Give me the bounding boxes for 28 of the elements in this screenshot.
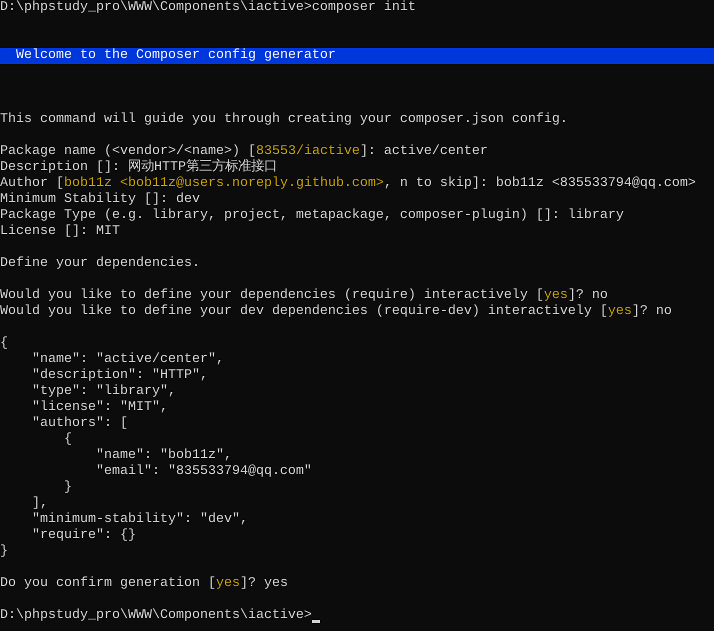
- terminal-line: "license": "MIT",: [30, 400, 168, 416]
- terminal-line: Description []: 网动HTTP第三方标准接口: [0, 160, 277, 176]
- terminal-line: "email": "835533794@qq.com": [94, 464, 312, 480]
- terminal-line: Package Type (e.g. library, project, metapackage, composer-plugin) []: library: [0, 208, 624, 224]
- terminal-line: Minimum Stability []: dev: [0, 192, 200, 208]
- terminal-line: {: [0, 336, 8, 352]
- terminal-line: "minimum-stability": "dev",: [30, 512, 248, 528]
- terminal-line: License []: MIT: [0, 224, 120, 240]
- terminal-line: }: [0, 544, 8, 560]
- terminal-line: "name": "active/center",: [30, 352, 224, 368]
- terminal-line: Do you confirm generation [yes]? yes: [0, 576, 288, 592]
- terminal-line: D:\phpstudy_pro\WWW\Components\iactive>: [0, 608, 312, 624]
- terminal-line: "type": "library",: [30, 384, 176, 400]
- banner-title: Welcome to the Composer config generator: [15, 48, 336, 64]
- terminal-line: "name": "bob11z",: [94, 448, 232, 464]
- terminal-line: Would you like to define your dependencies (require) interactively [yes]? no: [0, 288, 608, 304]
- terminal-line: "require": {}: [30, 528, 136, 544]
- terminal-line: This command will guide you through creating your composer.json config.: [0, 112, 568, 128]
- terminal-line: }: [62, 480, 72, 496]
- terminal-line: Author [bob11z <bob11z@users.noreply.github.com>, n to skip]: bob11z <835533794@qq.com>: [0, 176, 696, 192]
- terminal-line: Would you like to define your dev dependencies (require-dev) interactively [yes]? no: [0, 304, 672, 320]
- terminal-line: Package name (<vendor>/<name>) [83553/iactive]: active/center: [0, 144, 488, 159]
- terminal-line: D:\phpstudy_pro\WWW\Components\iactive>composer init: [0, 0, 416, 16]
- terminal-line: {: [62, 432, 72, 448]
- terminal-line: "description": "HTTP",: [30, 368, 208, 384]
- terminal-line: "authors": [: [30, 416, 128, 432]
- terminal-line: ],: [30, 496, 48, 512]
- terminal-line: Define your dependencies.: [0, 256, 200, 272]
